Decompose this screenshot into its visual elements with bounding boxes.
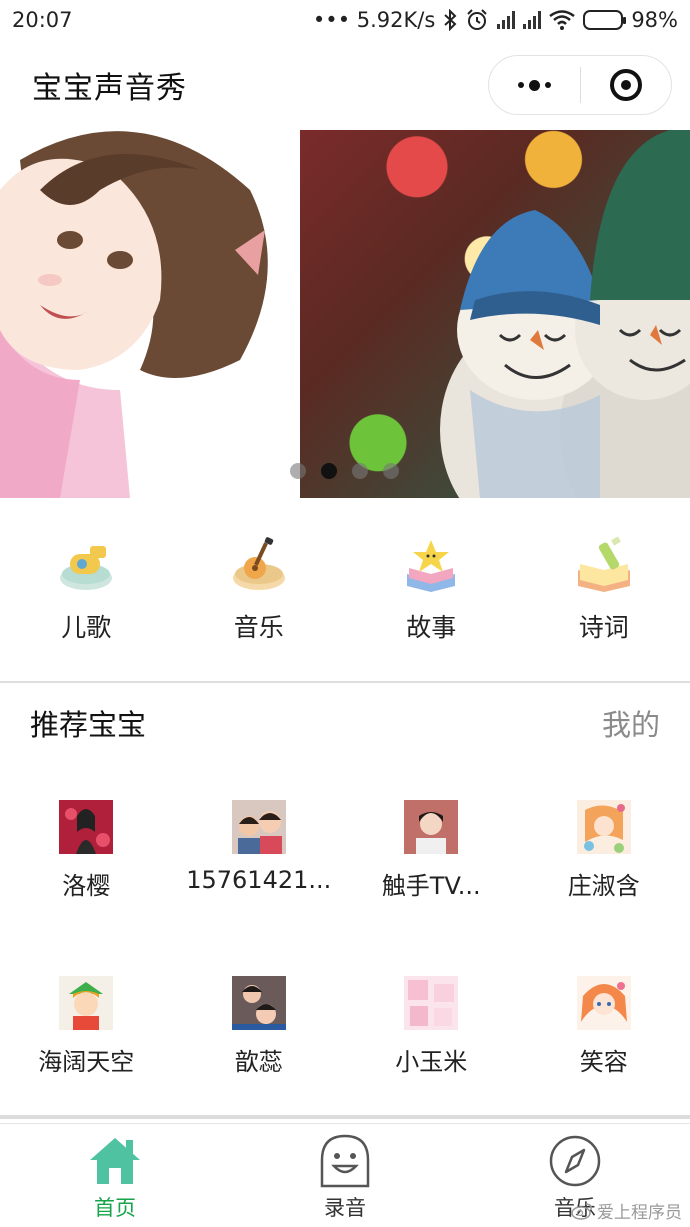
carousel-indicator[interactable]: [290, 463, 399, 479]
baby-name: 庄淑含: [567, 872, 640, 900]
baby-name: 洛樱: [62, 872, 111, 900]
avatar: [404, 800, 459, 854]
navigation-bar: 宝宝声音秀: [0, 40, 690, 130]
tabbar-divider: [0, 1115, 690, 1119]
mine-link[interactable]: 我的: [602, 702, 660, 744]
banner-slide-snowmen[interactable]: [300, 130, 690, 498]
tab-label: 录音: [324, 1196, 366, 1220]
network-speed: ••• 5.92K/s: [312, 8, 436, 32]
target-icon: [609, 69, 642, 101]
baby-card[interactable]: 庄淑含: [518, 800, 690, 976]
category-label: 诗词: [578, 613, 629, 642]
status-icons: ••• 5.92K/s 98%: [313, 8, 678, 32]
carousel-dot[interactable]: [383, 463, 399, 479]
baby-card[interactable]: 洛樱: [0, 800, 173, 976]
section-divider: [0, 681, 690, 683]
baby-name: 小玉米: [395, 1048, 468, 1076]
category-label: 儿歌: [61, 613, 112, 642]
category-label: 音乐: [233, 613, 284, 642]
recommend-header: 推荐宝宝 我的: [0, 690, 690, 756]
avatar: [404, 976, 459, 1030]
poetry-book-icon: [577, 536, 630, 592]
baby-card[interactable]: 15761421...: [173, 800, 346, 976]
baby-name: 触手TV...: [381, 872, 481, 900]
category-story[interactable]: 故事: [345, 520, 518, 660]
carousel-dot-active[interactable]: [321, 463, 337, 479]
mini-program-capsule: [488, 55, 672, 115]
avatar: [59, 976, 114, 1030]
category-nursery-rhymes[interactable]: 儿歌: [0, 520, 173, 660]
tab-record[interactable]: 录音: [230, 1124, 460, 1227]
baby-name: 海阔天空: [38, 1048, 135, 1076]
tab-label: 首页: [94, 1196, 136, 1220]
banner-carousel[interactable]: [0, 130, 690, 498]
compass-icon: [549, 1135, 601, 1187]
storybook-icon: [407, 540, 456, 592]
signal-icon: [497, 11, 516, 29]
guitar-icon: [232, 537, 285, 590]
baby-name: 歆蕊: [234, 1048, 283, 1076]
category-music[interactable]: 音乐: [173, 520, 346, 660]
smile-mic-icon: [320, 1134, 370, 1188]
battery-icon: [583, 10, 627, 30]
alarm-icon: [467, 9, 488, 30]
bluetooth-icon: [444, 9, 457, 31]
avatar: [59, 800, 114, 854]
battery-level: 98%: [631, 8, 678, 32]
tab-bar: 首页 录音 音乐 爱上程序员: [0, 1123, 690, 1227]
avatar: [231, 800, 286, 854]
carousel-dot[interactable]: [352, 463, 368, 479]
watermark-text: 爱上程序员: [597, 1203, 682, 1223]
category-label: 故事: [406, 613, 457, 642]
recommend-title: 推荐宝宝: [30, 708, 147, 742]
category-grid: 儿歌 音乐 故事 诗词: [0, 520, 690, 660]
status-time: 20:07: [12, 8, 73, 32]
baby-card[interactable]: 触手TV...: [345, 800, 518, 976]
close-mini-program-button[interactable]: [581, 56, 672, 114]
tab-home[interactable]: 首页: [0, 1124, 230, 1227]
wifi-icon: [549, 10, 576, 30]
banner-slide-girl-illustration[interactable]: [0, 130, 300, 498]
status-bar: 20:07 ••• 5.92K/s 98%: [0, 0, 690, 40]
page-title: 宝宝声音秀: [32, 71, 187, 106]
whistle-icon: [60, 546, 113, 590]
avatar: [576, 976, 631, 1030]
more-menu-button[interactable]: [489, 56, 580, 114]
baby-name: 笑容: [579, 1048, 628, 1076]
watermark: 爱上程序员: [571, 1198, 682, 1223]
category-poetry[interactable]: 诗词: [518, 520, 690, 660]
carousel-dot[interactable]: [290, 463, 306, 479]
weibo-icon: [571, 1202, 592, 1220]
more-dots-icon: [517, 79, 551, 91]
recommend-baby-grid: 洛樱 15761421... 触手TV... 庄淑含 海阔天空 歆蕊 小玉米 笑…: [0, 800, 690, 1152]
baby-name: 15761421...: [186, 866, 332, 894]
avatar: [231, 976, 286, 1030]
signal-icon-2: [523, 11, 542, 29]
avatar: [576, 800, 631, 854]
home-icon: [90, 1138, 140, 1184]
